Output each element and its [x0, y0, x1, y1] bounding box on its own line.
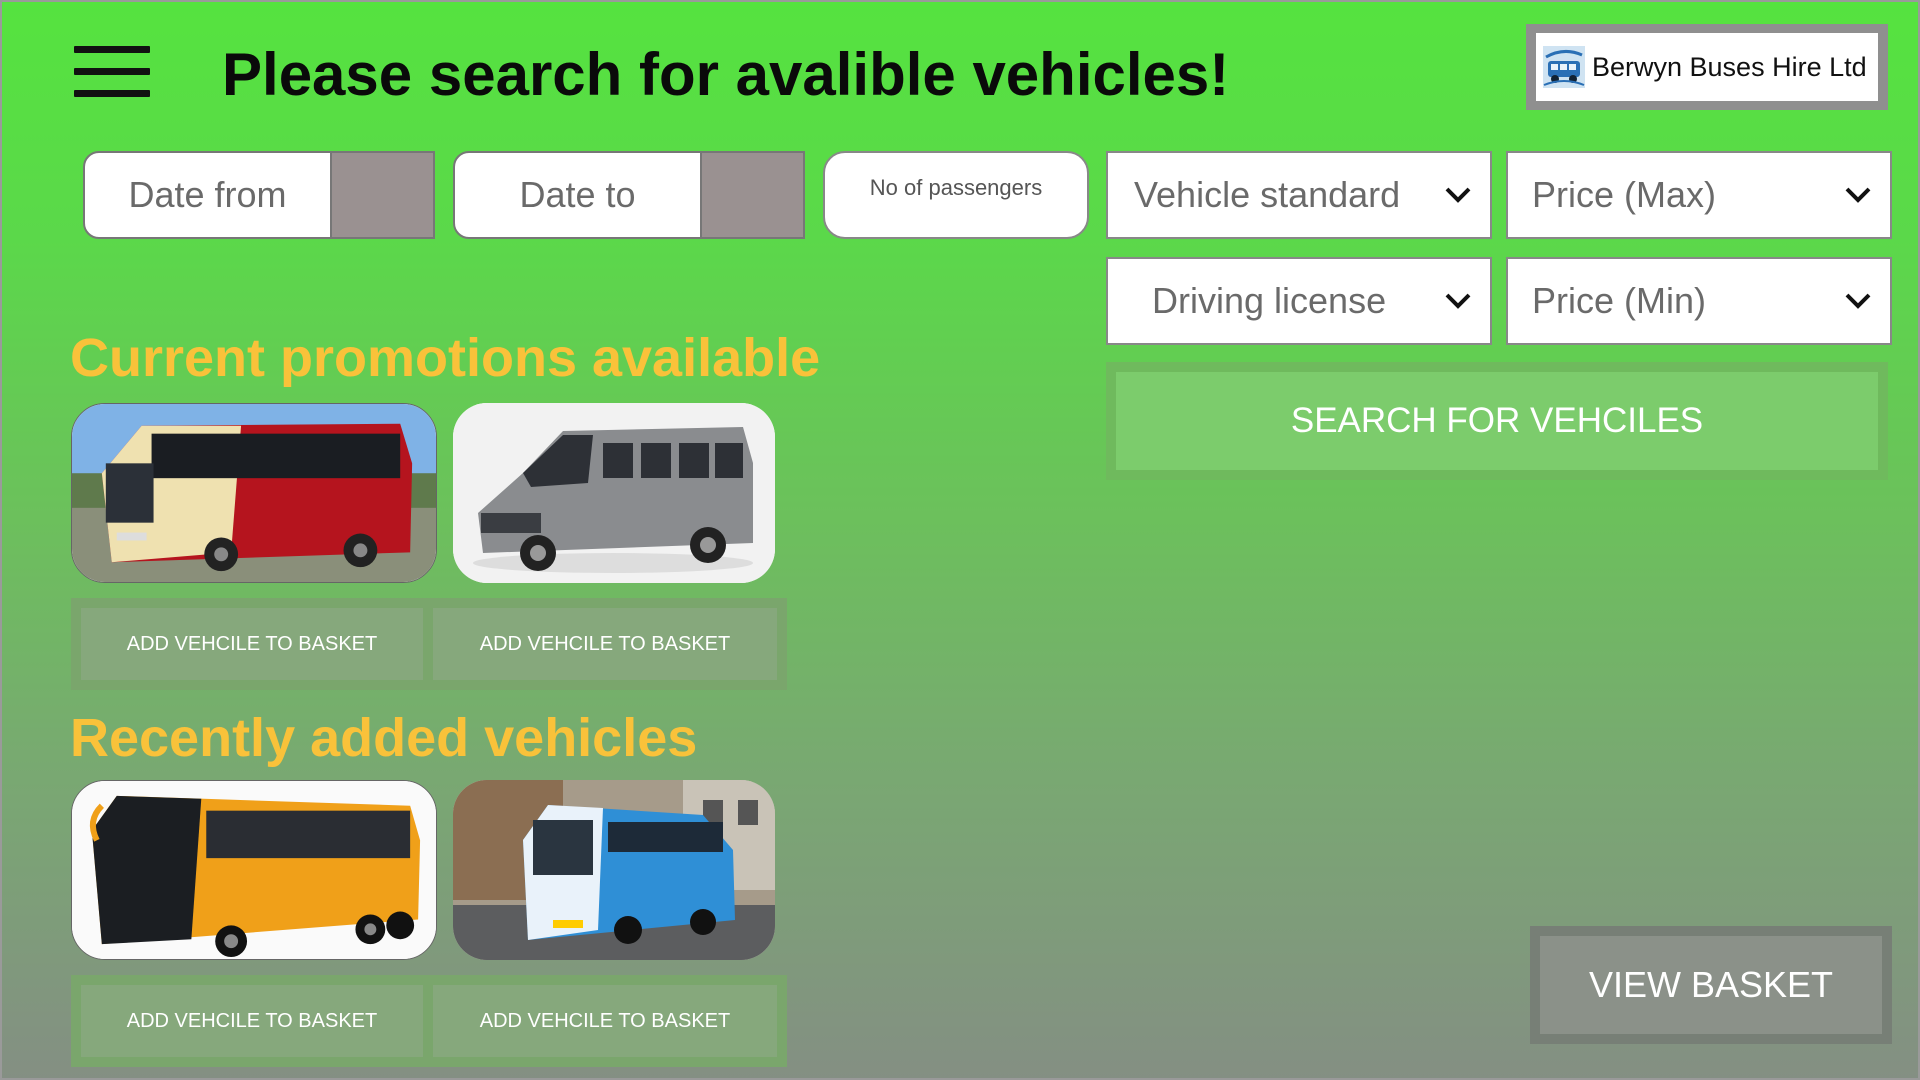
logo-inner: Berwyn Buses Hire Ltd: [1536, 33, 1878, 101]
view-basket-button[interactable]: VIEW BASKET: [1530, 926, 1892, 1044]
vehicle-standard-label: Vehicle standard: [1134, 174, 1401, 215]
bus-logo-icon: [1543, 46, 1585, 88]
add-to-basket-button[interactable]: ADD VEHCILE TO BASKET: [433, 608, 777, 680]
promo-vehicle-image-2[interactable]: [453, 403, 775, 583]
chevron-down-icon: [1845, 293, 1871, 309]
search-vehicles-button[interactable]: SEARCH FOR VEHCILES: [1106, 362, 1888, 480]
search-button-label: SEARCH FOR VEHCILES: [1116, 372, 1878, 470]
chevron-down-icon: [1445, 293, 1471, 309]
add-to-basket-button[interactable]: ADD VEHCILE TO BASKET: [433, 985, 777, 1057]
passengers-input[interactable]: No of passengers: [823, 151, 1089, 239]
menu-bar: [74, 90, 150, 97]
view-basket-label: VIEW BASKET: [1540, 936, 1882, 1034]
blue-coach-street-photo: [453, 780, 775, 960]
hamburger-menu-icon[interactable]: [74, 46, 150, 98]
recent-vehicle-image-1[interactable]: [71, 780, 437, 960]
date-from-field[interactable]: Date from: [83, 151, 332, 239]
add-to-basket-button[interactable]: ADD VEHCILE TO BASKET: [81, 985, 423, 1057]
menu-bar: [74, 68, 150, 75]
recent-vehicle-image-2[interactable]: [453, 780, 775, 960]
price-max-select[interactable]: Price (Max): [1506, 151, 1892, 239]
recent-heading: Recently added vehicles: [70, 708, 698, 768]
price-max-label: Price (Max): [1532, 174, 1717, 215]
date-to-picker-button[interactable]: [702, 151, 805, 239]
driving-license-select[interactable]: Driving license: [1106, 257, 1492, 345]
driving-license-label: Driving license: [1152, 280, 1387, 321]
company-name: Berwyn Buses Hire Ltd: [1592, 51, 1867, 82]
vehicle-standard-select[interactable]: Vehicle standard: [1106, 151, 1492, 239]
date-from-picker-button[interactable]: [332, 151, 435, 239]
menu-bar: [74, 46, 150, 53]
page-title: Please search for avalible vehicles!: [222, 41, 1230, 108]
chevron-down-icon: [1445, 187, 1471, 203]
red-cream-coach-photo: [72, 404, 436, 582]
recent-basket-buttons: ADD VEHCILE TO BASKET ADD VEHCILE TO BAS…: [71, 975, 787, 1067]
company-logo: Berwyn Buses Hire Ltd: [1526, 24, 1888, 110]
grey-minibus-photo: [453, 403, 775, 583]
add-to-basket-button[interactable]: ADD VEHCILE TO BASKET: [81, 608, 423, 680]
price-min-label: Price (Min): [1532, 280, 1707, 321]
price-min-select[interactable]: Price (Min): [1506, 257, 1892, 345]
chevron-down-icon: [1845, 187, 1871, 203]
promo-vehicle-image-1[interactable]: [71, 403, 437, 583]
orange-coach-photo: [72, 781, 436, 959]
promo-basket-buttons: ADD VEHCILE TO BASKET ADD VEHCILE TO BAS…: [71, 598, 787, 690]
date-to-field[interactable]: Date to: [453, 151, 702, 239]
promotions-heading: Current promotions available: [70, 328, 821, 388]
